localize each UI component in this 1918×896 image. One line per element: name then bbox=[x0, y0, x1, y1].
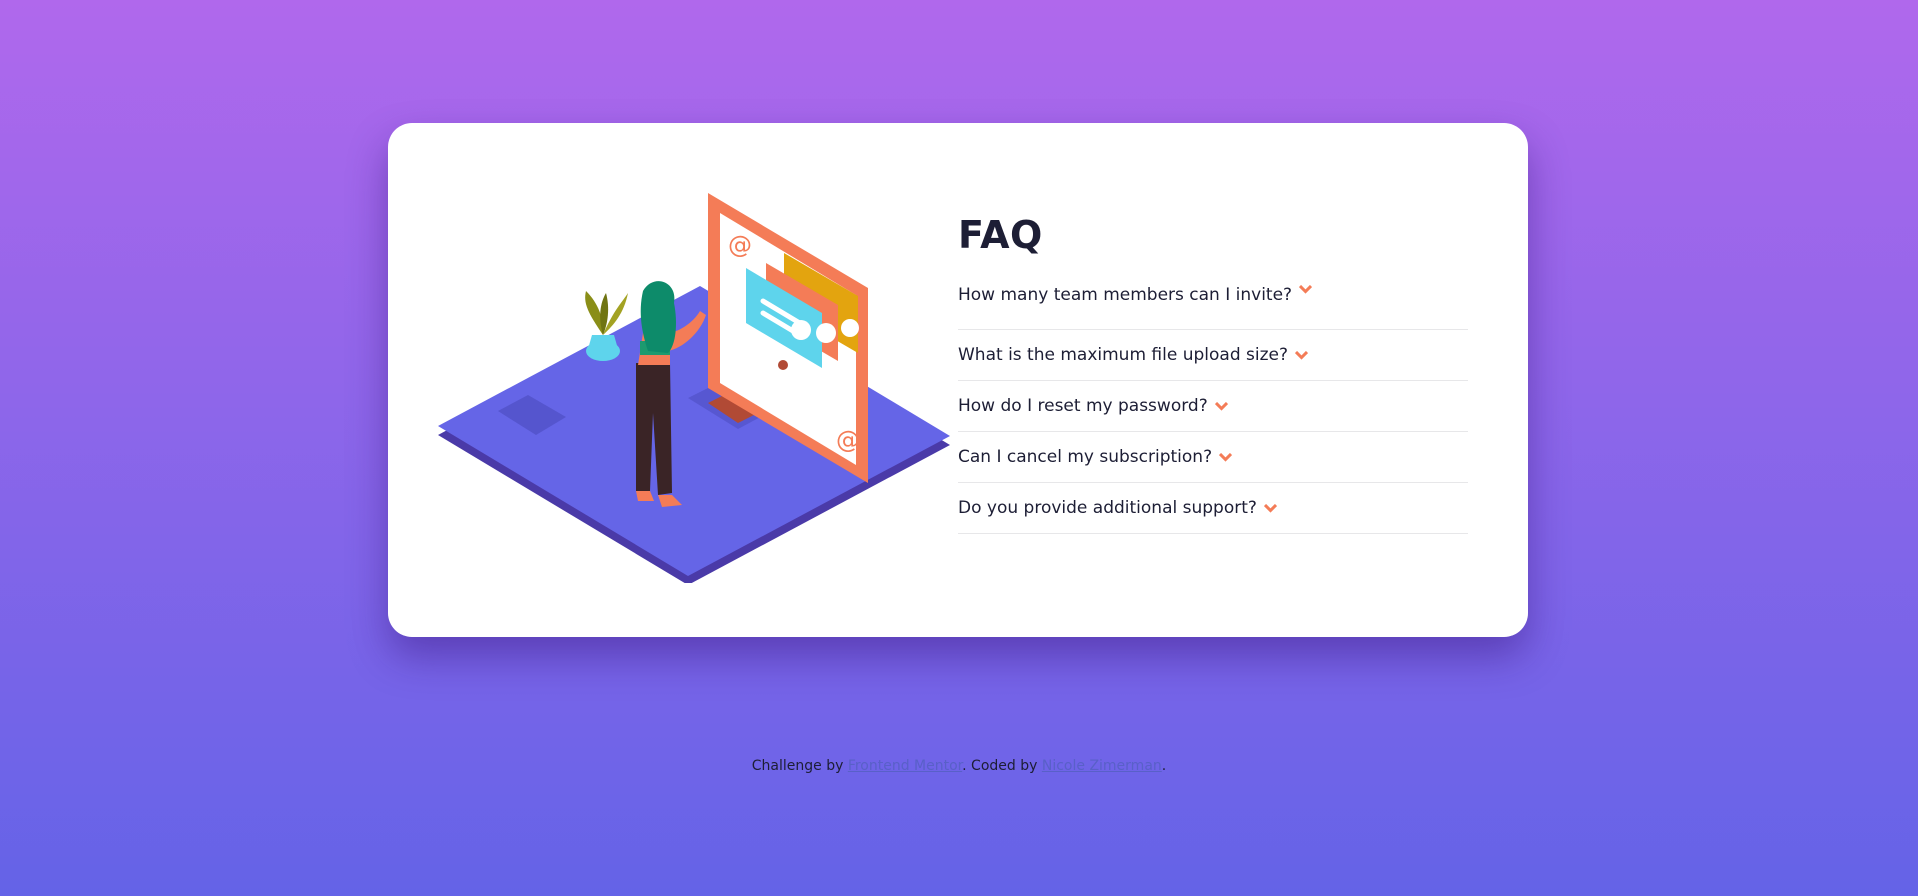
frontend-mentor-link[interactable]: Frontend Mentor bbox=[848, 758, 962, 774]
faq-question[interactable]: What is the maximum file upload size? bbox=[958, 345, 1288, 365]
chevron-down-icon[interactable] bbox=[1214, 401, 1228, 411]
faq-card: @ @ FAQ How many team members can I invi… bbox=[388, 123, 1528, 637]
faq-question[interactable]: How do I reset my password? bbox=[958, 396, 1208, 416]
attribution-footer: Challenge by Frontend Mentor. Coded by N… bbox=[0, 758, 1918, 774]
chevron-down-icon[interactable] bbox=[1295, 350, 1308, 360]
faq-section: FAQ How many team members can I invite? … bbox=[958, 213, 1468, 534]
faq-item[interactable]: What is the maximum file upload size? bbox=[958, 330, 1468, 381]
chevron-down-icon[interactable] bbox=[1299, 285, 1313, 294]
faq-item[interactable]: How many team members can I invite? bbox=[958, 285, 1468, 330]
attribution-prefix: Challenge by bbox=[751, 758, 844, 774]
attribution-suffix: . bbox=[1161, 758, 1167, 774]
faq-title: FAQ bbox=[958, 213, 1043, 257]
svg-text:@: @ bbox=[836, 426, 860, 454]
faq-question[interactable]: How many team members can I invite? bbox=[958, 285, 1292, 305]
faq-item[interactable]: Can I cancel my subscription? bbox=[958, 432, 1468, 483]
attribution-middle: . Coded by bbox=[962, 758, 1038, 774]
author-link[interactable]: Nicole Zimerman bbox=[1042, 758, 1162, 774]
faq-question[interactable]: Can I cancel my subscription? bbox=[958, 447, 1212, 467]
chevron-down-icon[interactable] bbox=[1219, 452, 1233, 462]
woman-online-illustration: @ @ bbox=[438, 193, 950, 583]
faq-item[interactable]: How do I reset my password? bbox=[958, 381, 1468, 432]
svg-text:@: @ bbox=[728, 231, 752, 259]
chevron-down-icon[interactable] bbox=[1263, 503, 1277, 513]
faq-item[interactable]: Do you provide additional support? bbox=[958, 483, 1468, 534]
faq-question[interactable]: Do you provide additional support? bbox=[958, 498, 1257, 518]
